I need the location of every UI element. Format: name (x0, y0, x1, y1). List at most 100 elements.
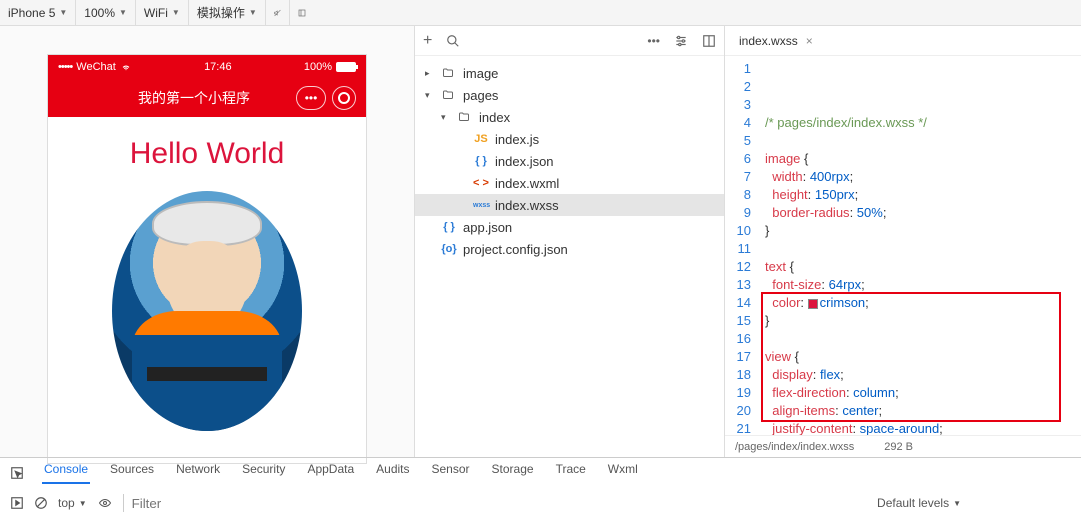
editor-pane: index.wxss × 123456789101112131415161718… (725, 26, 1081, 457)
file-index-json[interactable]: { }index.json (415, 150, 724, 172)
code-line[interactable]: justify-content: space-around; (765, 420, 1073, 435)
file-index-js[interactable]: JSindex.js (415, 128, 724, 150)
toggle-drawer-button[interactable] (10, 496, 24, 510)
console-toolbar: top ▼ Default levels ▼ (0, 488, 1081, 518)
clear-console-button[interactable] (34, 496, 48, 510)
devtools-tab-sensor[interactable]: Sensor (430, 462, 472, 484)
code-line[interactable]: /* pages/index/index.wxss */ (765, 114, 1073, 132)
network-label: WiFi (144, 6, 168, 20)
add-button[interactable]: + (423, 32, 432, 50)
devtools-tab-security[interactable]: Security (240, 462, 287, 484)
settings-icon-button[interactable] (674, 34, 688, 48)
node-label: project.config.json (463, 242, 568, 257)
network-selector[interactable]: WiFi ▼ (136, 0, 189, 25)
devtools-panel: Console Sources Network Security AppData Audi… (0, 457, 1081, 519)
code-line[interactable]: text { (765, 258, 1073, 276)
code-line[interactable]: border-radius: 50%; (765, 204, 1073, 222)
node-label: index (479, 110, 510, 125)
search-button[interactable] (446, 34, 460, 48)
folder-icon (457, 111, 473, 123)
filter-input[interactable] (123, 494, 383, 512)
code-line[interactable]: flex-direction: column; (765, 384, 1073, 402)
signal-icon: ••••• (58, 61, 72, 73)
code-line[interactable]: font-size: 64rpx; (765, 276, 1073, 294)
file-index-wxss[interactable]: wxssindex.wxss (415, 194, 724, 216)
close-icon[interactable]: × (806, 34, 813, 48)
levels-label: Default levels (877, 496, 949, 510)
mock-selector[interactable]: 模拟操作 ▼ (189, 0, 266, 25)
code-line[interactable]: color: crimson; (765, 294, 1073, 312)
node-label: index.wxss (495, 198, 559, 213)
ban-icon (34, 496, 48, 510)
status-path: /pages/index/index.wxss (735, 441, 854, 453)
capsule-close-button[interactable] (332, 86, 356, 110)
devtools-tab-wxml[interactable]: Wxml (606, 462, 640, 484)
folder-index[interactable]: ▾index (415, 106, 724, 128)
file-app-json[interactable]: { }app.json (415, 216, 724, 238)
split-icon (702, 34, 716, 48)
top-toolbar: iPhone 5 ▼ 100% ▼ WiFi ▼ 模拟操作 ▼ (0, 0, 1081, 26)
device-selector[interactable]: iPhone 5 ▼ (0, 0, 76, 25)
chevron-down-icon: ▼ (249, 8, 257, 17)
devtools-tab-sources[interactable]: Sources (108, 462, 156, 484)
code-line[interactable]: view { (765, 348, 1073, 366)
sliders-icon (674, 34, 688, 48)
devtools-tab-trace[interactable]: Trace (554, 462, 588, 484)
code-line[interactable]: width: 400rpx; (765, 168, 1073, 186)
target-icon (338, 92, 350, 104)
inspect-button[interactable] (10, 466, 24, 480)
code-line[interactable]: height: 150prx; (765, 186, 1073, 204)
page-content: Hello World (48, 117, 366, 431)
split-button[interactable] (702, 34, 716, 48)
file-project-config-json[interactable]: {o}project.config.json (415, 238, 724, 260)
code-line[interactable]: } (765, 222, 1073, 240)
play-box-icon (10, 496, 24, 510)
tab-index-wxss[interactable]: index.wxss × (731, 26, 821, 55)
color-swatch-icon (808, 299, 818, 309)
code-line[interactable]: display: flex; (765, 366, 1073, 384)
dots-icon: ••• (305, 91, 318, 105)
context-selector[interactable]: top ▼ (58, 496, 87, 510)
log-levels-selector[interactable]: Default levels ▼ (877, 496, 961, 510)
eye-button[interactable] (97, 497, 113, 509)
folder-pages[interactable]: ▾pages (415, 84, 724, 106)
json-icon: { } (473, 155, 489, 167)
status-size: 292 B (884, 441, 913, 453)
mute-icon (274, 6, 281, 20)
code-line[interactable]: image { (765, 150, 1073, 168)
node-label: index.js (495, 132, 539, 147)
line-gutter: 123456789101112131415161718192021 (725, 56, 757, 435)
code-line[interactable] (765, 240, 1073, 258)
devtools-tab-console[interactable]: Console (42, 462, 90, 484)
mute-button[interactable] (266, 0, 290, 25)
code-line[interactable] (765, 132, 1073, 150)
folder-image[interactable]: ▸image (415, 62, 724, 84)
chevron-down-icon: ▼ (953, 499, 961, 508)
explorer-header: + ••• (415, 26, 724, 56)
phone-frame: ••••• WeChat 17:46 100% 我的第一个小程序 ••• (47, 54, 367, 464)
code-line[interactable]: } (765, 312, 1073, 330)
node-label: image (463, 66, 498, 81)
code-line[interactable] (765, 330, 1073, 348)
file-index-wxml[interactable]: < >index.wxml (415, 172, 724, 194)
hello-text: Hello World (130, 137, 285, 171)
avatar-image (112, 191, 302, 431)
capsule-menu-button[interactable]: ••• (296, 86, 326, 110)
devtools-tab-audits[interactable]: Audits (374, 462, 411, 484)
zoom-label: 100% (84, 6, 115, 20)
devtools-tab-storage[interactable]: Storage (490, 462, 536, 484)
tab-label: index.wxss (739, 34, 798, 48)
collapse-button[interactable] (290, 0, 314, 25)
devtools-tabs: Console Sources Network Security AppData Audi… (0, 458, 1081, 488)
zoom-selector[interactable]: 100% ▼ (76, 0, 136, 25)
search-icon (446, 34, 460, 48)
code-editor[interactable]: 123456789101112131415161718192021 /* pag… (725, 56, 1081, 435)
more-button[interactable]: ••• (647, 34, 660, 48)
nav-bar: 我的第一个小程序 ••• (48, 79, 366, 117)
devtools-tab-appdata[interactable]: AppData (305, 462, 356, 484)
devtools-tab-network[interactable]: Network (174, 462, 222, 484)
carrier-label: WeChat (76, 61, 116, 73)
code-line[interactable]: align-items: center; (765, 402, 1073, 420)
file-tree[interactable]: ▸image▾pages▾indexJSindex.js{ }index.jso… (415, 56, 724, 266)
code-content[interactable]: /* pages/index/index.wxss */ image { wid… (757, 56, 1081, 435)
